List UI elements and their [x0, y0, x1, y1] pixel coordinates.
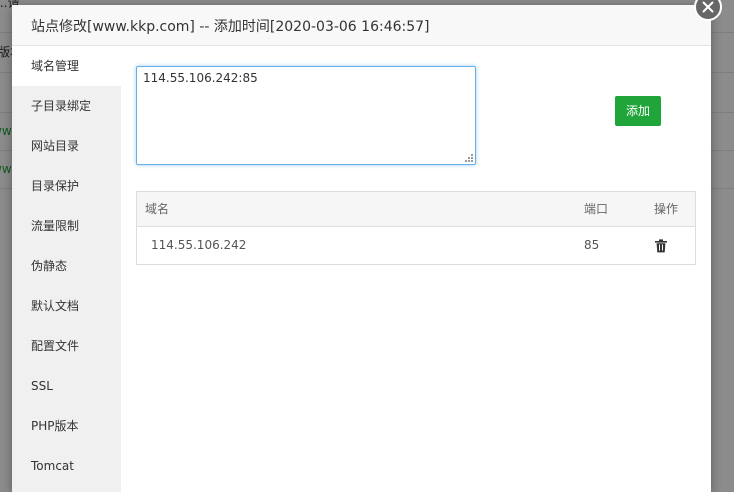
column-header-domain: 域名 — [145, 202, 170, 216]
close-icon — [702, 1, 714, 13]
domain-table: 域名 端口 操作 114.55.106.242 85 — [136, 191, 696, 265]
sidebar-item-php-version[interactable]: PHP版本 — [12, 406, 121, 446]
sidebar-item-rewrite[interactable]: 伪静态 — [12, 246, 121, 286]
sidebar-item-directory-protection[interactable]: 目录保护 — [12, 166, 121, 206]
sidebar: 域名管理 子目录绑定 网站目录 目录保护 流量限制 伪静态 默认文档 配置文件 … — [12, 46, 121, 492]
sidebar-item-tomcat[interactable]: Tomcat — [12, 446, 121, 486]
table-row: 114.55.106.242 85 — [137, 227, 695, 264]
sidebar-item-config-file[interactable]: 配置文件 — [12, 326, 121, 366]
domain-cell: 114.55.106.242 — [151, 238, 247, 252]
sidebar-item-site-directory[interactable]: 网站目录 — [12, 126, 121, 166]
dialog-title: 站点修改[www.kkp.com] -- 添加时间[2020-03-06 16:… — [31, 19, 430, 35]
resize-grip-icon[interactable] — [464, 153, 474, 163]
dialog-header: 站点修改[www.kkp.com] -- 添加时间[2020-03-06 16:… — [12, 5, 711, 46]
sidebar-item-domain-management[interactable]: 域名管理 — [12, 46, 121, 86]
port-cell: 85 — [584, 238, 600, 252]
site-edit-dialog: 站点修改[www.kkp.com] -- 添加时间[2020-03-06 16:… — [12, 5, 711, 492]
domain-input[interactable] — [136, 66, 476, 165]
trash-icon[interactable] — [654, 239, 668, 253]
add-domain-button[interactable]: 添加 — [615, 96, 661, 126]
sidebar-item-subdirectory-binding[interactable]: 子目录绑定 — [12, 86, 121, 126]
table-header: 域名 端口 操作 — [137, 192, 695, 227]
sidebar-item-traffic-limit[interactable]: 流量限制 — [12, 206, 121, 246]
sidebar-item-ssl[interactable]: SSL — [12, 366, 121, 406]
sidebar-item-default-document[interactable]: 默认文档 — [12, 286, 121, 326]
column-header-port: 端口 — [584, 202, 609, 216]
column-header-action: 操作 — [654, 202, 679, 216]
